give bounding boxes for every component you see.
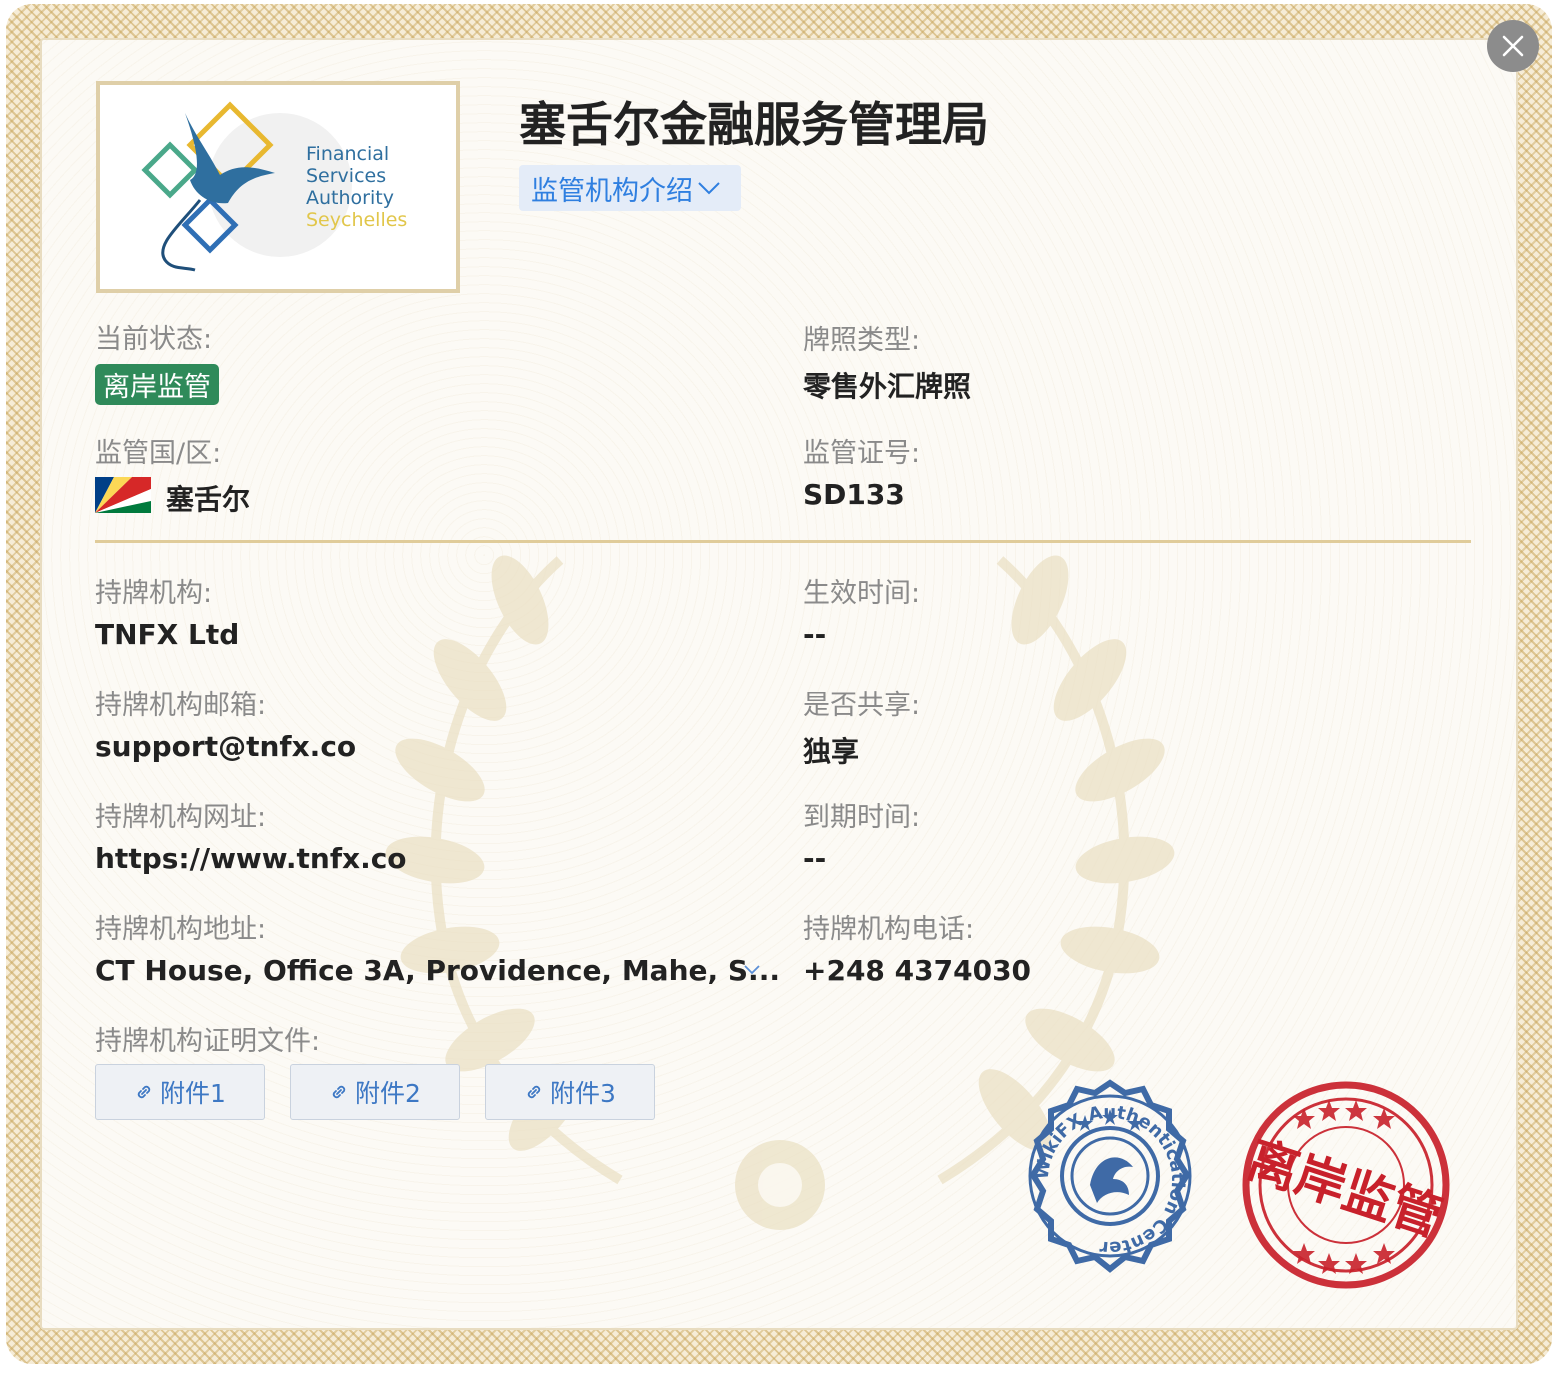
license-no-label: 监管证号: <box>803 438 921 469</box>
license-type-label: 牌照类型: <box>803 325 921 356</box>
effective-date-label: 生效时间: <box>803 578 921 609</box>
shared-value: 独享 <box>803 735 860 768</box>
address-label: 持牌机构地址: <box>95 914 267 945</box>
link-icon <box>527 1085 541 1099</box>
logo-line-1: Financial <box>306 143 390 165</box>
email-label: 持牌机构邮箱: <box>95 690 267 721</box>
seychelles-flag-icon <box>95 477 151 513</box>
chevron-down-icon <box>698 182 720 195</box>
close-button[interactable] <box>1487 20 1539 72</box>
address-expand-chevron-icon[interactable] <box>742 963 762 977</box>
effective-date-value: -- <box>803 618 827 651</box>
email-value[interactable]: support@tnfx.co <box>95 730 356 763</box>
expiry-date-value: -- <box>803 842 827 875</box>
regulator-logo: Financial Services Authority Seychelles <box>96 81 460 293</box>
offshore-regulation-stamp: 离岸监管 <box>1241 1081 1450 1289</box>
attachment-3-label: 附件3 <box>550 1079 616 1108</box>
status-badge: 离岸监管 <box>95 364 219 405</box>
logo-wordmark: Financial Services Authority Seychelles <box>306 143 407 231</box>
license-no-value: SD133 <box>803 478 905 511</box>
link-icon <box>332 1085 346 1099</box>
website-link[interactable]: https://www.tnfx.co <box>95 842 407 875</box>
phone-label: 持牌机构电话: <box>803 914 975 945</box>
documents-label: 持牌机构证明文件: <box>95 1026 321 1057</box>
regulator-intro-dropdown[interactable]: 监管机构介绍 <box>519 165 741 211</box>
wikifx-authentication-seal: WikiFX Authentication Center <box>1028 1079 1192 1273</box>
expiry-date-label: 到期时间: <box>803 802 921 833</box>
link-icon <box>137 1085 151 1099</box>
region-label: 监管国/区: <box>95 438 222 469</box>
attachment-3-button[interactable]: 附件3 <box>485 1064 655 1120</box>
attachment-2-button[interactable]: 附件2 <box>290 1064 460 1120</box>
regulator-intro-label: 监管机构介绍 <box>531 175 693 207</box>
holder-label: 持牌机构: <box>95 578 213 609</box>
page-title: 塞舌尔金融服务管理局 <box>519 98 989 153</box>
attachment-2-label: 附件2 <box>355 1079 421 1108</box>
attachment-1-button[interactable]: 附件1 <box>95 1064 265 1120</box>
logo-line-4: Seychelles <box>306 209 408 231</box>
status-label: 当前状态: <box>95 324 213 355</box>
logo-line-3: Authority <box>306 187 394 209</box>
holder-value: TNFX Ltd <box>95 618 240 651</box>
attachment-1-label: 附件1 <box>160 1079 226 1108</box>
shared-label: 是否共享: <box>803 690 921 721</box>
website-label: 持牌机构网址: <box>95 802 267 833</box>
address-value: CT House, Office 3A, Providence, Mahe, S… <box>95 954 780 987</box>
section-divider <box>95 540 1471 543</box>
close-icon <box>1502 35 1524 57</box>
license-type-value: 零售外汇牌照 <box>803 370 972 403</box>
region-value: 塞舌尔 <box>166 483 251 516</box>
logo-line-2: Services <box>306 165 387 187</box>
phone-value: +248 4374030 <box>803 954 1032 987</box>
